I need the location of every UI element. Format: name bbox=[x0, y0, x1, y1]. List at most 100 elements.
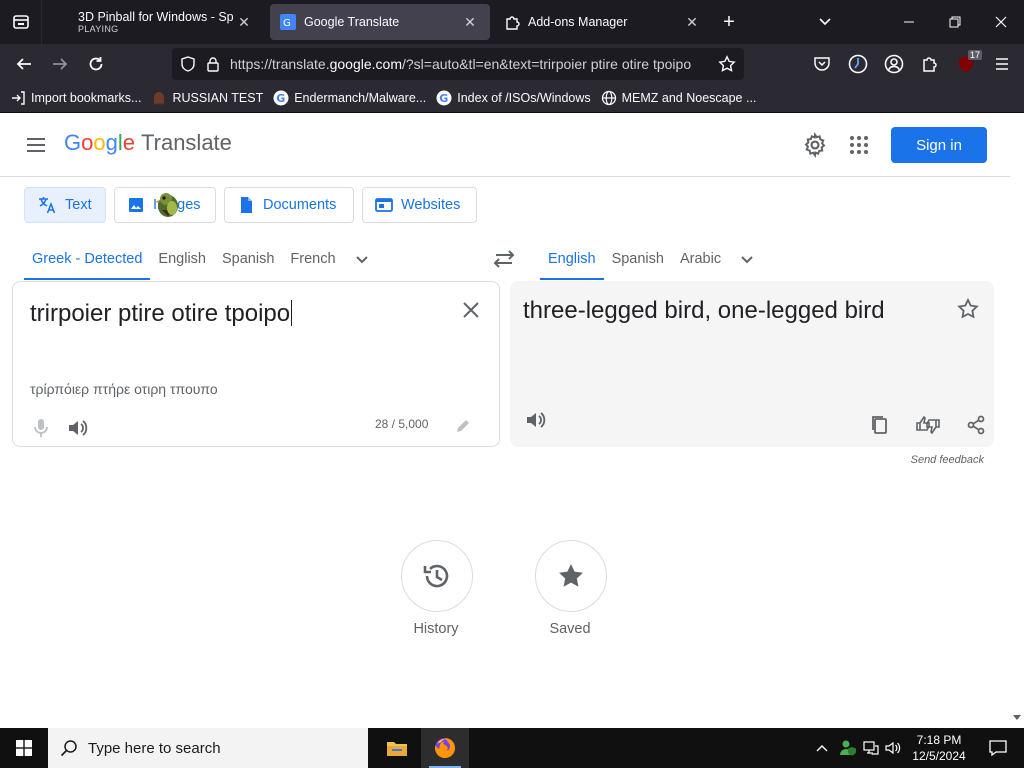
google-translate-page: Google Translate Sign in Text Images Doc… bbox=[0, 113, 1010, 728]
ublock-extension-button[interactable]: 17 bbox=[948, 48, 984, 80]
clock[interactable]: 7:18 PM 12/5/2024 bbox=[906, 732, 972, 764]
notifications-button[interactable] bbox=[976, 728, 1020, 768]
more-target-languages-button[interactable] bbox=[729, 238, 765, 280]
google-translate-logo[interactable]: Google Translate bbox=[64, 130, 232, 156]
history-icon bbox=[423, 564, 449, 588]
bookmark-russian-test[interactable]: RUSSIAN TEST bbox=[151, 90, 263, 106]
new-tab-button[interactable]: + bbox=[712, 0, 746, 44]
reload-button[interactable] bbox=[78, 48, 114, 80]
gt-header: Google Translate Sign in bbox=[0, 113, 1010, 177]
settings-gear-icon[interactable] bbox=[802, 132, 828, 158]
close-tab-icon[interactable]: ✕ bbox=[460, 12, 480, 32]
main-menu-icon[interactable] bbox=[24, 133, 48, 157]
tray-app-button[interactable] bbox=[836, 728, 860, 768]
minimize-button[interactable] bbox=[886, 0, 932, 44]
tracking-protection-shield-icon[interactable] bbox=[180, 56, 196, 72]
chevron-down-icon bbox=[355, 256, 368, 264]
share-translation-button[interactable] bbox=[952, 407, 1000, 443]
forward-button[interactable] bbox=[42, 48, 78, 80]
restore-button[interactable] bbox=[932, 0, 978, 44]
bookmark-endermanch[interactable]: G Endermanch/Malware... bbox=[273, 90, 426, 106]
bookmark-label: RUSSIAN TEST bbox=[172, 91, 264, 105]
sign-in-button[interactable]: Sign in bbox=[891, 127, 987, 163]
import-icon bbox=[10, 90, 26, 106]
target-lang-english[interactable]: English bbox=[540, 238, 604, 280]
bookmark-label: Index of /ISOs/Windows bbox=[457, 91, 591, 105]
google-apps-icon[interactable] bbox=[847, 133, 871, 157]
tab-pinball[interactable]: 3D Pinball for Windows - Space PLAYING ✕ bbox=[68, 4, 264, 40]
rate-translation-button[interactable] bbox=[904, 407, 952, 443]
page-scrollbar[interactable] bbox=[1010, 113, 1024, 728]
tab-addons-manager[interactable]: Add-ons Manager ✕ bbox=[494, 4, 712, 40]
more-source-languages-button[interactable] bbox=[344, 238, 380, 280]
save-translation-star-icon[interactable] bbox=[956, 297, 980, 321]
tab-google-translate[interactable]: G Google Translate ✕ bbox=[270, 4, 490, 40]
listen-translation-button[interactable] bbox=[524, 409, 546, 436]
close-tab-icon[interactable]: ✕ bbox=[234, 12, 254, 32]
windows-logo-icon bbox=[16, 740, 32, 756]
bookmark-star-icon[interactable] bbox=[718, 55, 736, 73]
firefox-taskbar-button[interactable] bbox=[421, 728, 469, 768]
bookmark-memz[interactable]: MEMZ and Noescape ... bbox=[601, 90, 756, 106]
scroll-down-arrow-icon[interactable] bbox=[1013, 715, 1021, 721]
target-lang-spanish[interactable]: Spanish bbox=[604, 238, 672, 280]
volume-button[interactable] bbox=[882, 728, 904, 768]
reload-icon bbox=[89, 57, 103, 71]
send-feedback-link[interactable]: Send feedback bbox=[880, 454, 984, 466]
extensions-button[interactable] bbox=[912, 48, 948, 80]
show-hidden-icons-button[interactable] bbox=[808, 728, 836, 768]
file-explorer-taskbar-button[interactable] bbox=[373, 728, 421, 768]
swap-languages-icon[interactable] bbox=[490, 247, 518, 271]
clear-source-text-icon[interactable] bbox=[459, 298, 483, 322]
copy-translation-button[interactable] bbox=[856, 407, 904, 443]
list-all-tabs-button[interactable] bbox=[802, 0, 848, 44]
address-bar[interactable]: https://translate.google.com/?sl=auto&tl… bbox=[172, 48, 744, 80]
network-button[interactable] bbox=[860, 728, 882, 768]
logo-letter: o bbox=[81, 130, 94, 155]
hamburger-menu-icon bbox=[996, 58, 1008, 70]
person-shield-icon bbox=[840, 740, 856, 756]
firefox-view-button[interactable] bbox=[0, 0, 42, 44]
character-count: 28 / 5,000 bbox=[375, 417, 429, 431]
svg-text:G: G bbox=[439, 92, 448, 105]
mode-websites-button[interactable]: Websites bbox=[362, 187, 477, 223]
source-language-bar: Greek - Detected English Spanish French bbox=[24, 238, 380, 280]
bookmarks-toolbar: Import bookmarks... RUSSIAN TEST G Ender… bbox=[0, 84, 1024, 113]
app-menu-button[interactable] bbox=[984, 48, 1020, 80]
source-lang-spanish[interactable]: Spanish bbox=[214, 238, 282, 280]
bookmark-label: Import bookmarks... bbox=[31, 91, 142, 105]
pocket-button[interactable] bbox=[804, 48, 840, 80]
source-lang-english[interactable]: English bbox=[150, 238, 214, 280]
listen-source-button[interactable] bbox=[53, 410, 101, 446]
minimize-icon bbox=[904, 21, 914, 23]
folder-icon bbox=[387, 742, 407, 756]
source-lang-french[interactable]: French bbox=[282, 238, 343, 280]
mode-label: Documents bbox=[263, 197, 337, 213]
source-text-input[interactable]: trirpoier ptire otire tpoipo bbox=[30, 300, 293, 328]
clock-time: 7:18 PM bbox=[916, 733, 962, 747]
saved-button[interactable] bbox=[535, 540, 607, 612]
timer-extension-button[interactable] bbox=[840, 48, 876, 80]
pencil-icon[interactable] bbox=[454, 417, 472, 435]
source-text-box[interactable]: trirpoier ptire otire tpoipo τρίρπόιερ π… bbox=[12, 281, 500, 447]
mode-documents-button[interactable]: Documents bbox=[224, 187, 354, 223]
translation-output-box: three-legged bird, one-legged bird bbox=[510, 281, 994, 447]
mode-text-button[interactable]: Text bbox=[24, 187, 106, 223]
voice-input-button[interactable] bbox=[29, 410, 53, 446]
speaker-icon bbox=[69, 420, 88, 436]
account-button[interactable] bbox=[876, 48, 912, 80]
back-button[interactable] bbox=[6, 48, 42, 80]
bookmark-import[interactable]: Import bookmarks... bbox=[10, 90, 141, 106]
close-window-button[interactable] bbox=[978, 0, 1024, 44]
start-button[interactable] bbox=[0, 728, 48, 768]
lock-icon[interactable] bbox=[206, 56, 220, 72]
source-lang-detected[interactable]: Greek - Detected bbox=[24, 238, 151, 280]
close-icon bbox=[995, 16, 1007, 28]
mode-label: Text bbox=[65, 197, 92, 213]
history-button[interactable] bbox=[401, 540, 473, 612]
close-tab-icon[interactable]: ✕ bbox=[682, 12, 702, 32]
bookmark-index-isos[interactable]: G Index of /ISOs/Windows bbox=[436, 90, 591, 106]
website-icon bbox=[375, 198, 393, 212]
taskbar-search-box[interactable]: Type here to search bbox=[48, 728, 368, 768]
target-lang-arabic[interactable]: Arabic bbox=[672, 238, 729, 280]
